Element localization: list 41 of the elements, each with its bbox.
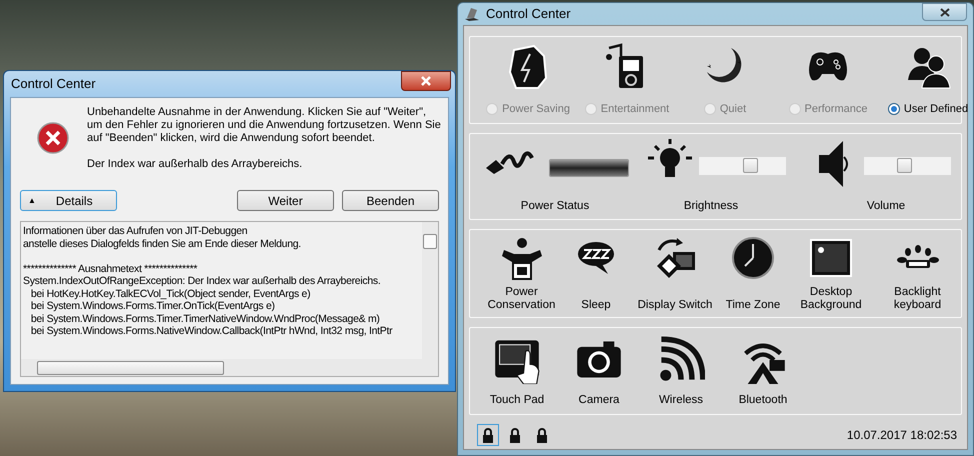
clock-icon xyxy=(731,236,775,280)
dialog-button[interactable]: Weiter xyxy=(237,190,334,211)
close-icon xyxy=(940,8,950,16)
close-icon xyxy=(421,76,431,86)
error-icon xyxy=(37,122,69,154)
slider[interactable] xyxy=(864,157,951,175)
window-title: Control Center xyxy=(11,75,96,94)
person-chip-icon xyxy=(500,236,544,280)
close-button[interactable] xyxy=(922,3,967,21)
device-button[interactable]: Camera xyxy=(564,336,634,414)
picture-icon xyxy=(809,236,853,280)
laptop-icon xyxy=(464,6,480,22)
tool-button[interactable]: Time Zone xyxy=(725,236,781,314)
details-text: Informationen über das Aufrufen von JIT-Debuggen anstelle dieses Dialogfelds finden Sie am Ende dieser Meldung. ************** Ausnahmetext ************** System.IndexOutOfRangeException: Der Index war außerhalb des Arraybereichs. bei HotKey.HotKey.TalkECVol_Tick(Object sender, EventArgs e) bei System.Windows.Forms.Timer.OnTick(EventArgs e) bei System.Windows.Forms.Timer.TimerNativeWindow.WndProc(Message& m) bei System.Windows.Forms.NativeWindow.Callback(IntPtr hWnd, Int32 msg, IntPtr xyxy=(22,224,394,339)
lock-icon xyxy=(482,428,494,442)
power-status-label: Power Status xyxy=(520,199,590,214)
device-button[interactable]: Wireless xyxy=(646,336,716,414)
tool-button[interactable]: Backlight keyboard xyxy=(881,236,954,314)
vertical-scrollbar[interactable] xyxy=(422,222,438,359)
dialog-button[interactable]: Beenden xyxy=(342,190,439,211)
close-button[interactable] xyxy=(401,71,451,91)
date-time: 10.07.2017 18:02:53 xyxy=(846,427,957,444)
volume-label: Volume xyxy=(866,199,906,214)
tool-button[interactable]: Power Conservation xyxy=(476,236,567,314)
lock-icon xyxy=(509,428,521,442)
mode-radio[interactable]: User Defined xyxy=(888,100,968,117)
window-title: Control Center xyxy=(486,5,571,24)
tool-button[interactable]: Sleep xyxy=(567,236,625,314)
brightness-label: Brightness xyxy=(682,199,740,214)
device-button[interactable]: Touch Pad xyxy=(482,336,552,414)
tool-button[interactable]: Display Switch xyxy=(625,236,725,314)
horizontal-scrollbar[interactable] xyxy=(21,359,438,376)
lock-icon xyxy=(536,428,548,442)
lock-button[interactable] xyxy=(477,424,499,446)
device-button[interactable]: Bluetooth xyxy=(728,336,798,414)
speaker-icon xyxy=(817,139,851,189)
error-message: Unbehandelte Ausnahme in der Anwendung. Klicken Sie auf "Weiter", um den Fehler zu ignorieren und die Anwendung fortzusetzen. Wenn Sie auf "Beenden" klicken, wird die Anwendung sofort beendet. xyxy=(87,106,442,145)
tool-button[interactable]: Desktop Background xyxy=(781,236,881,314)
slider[interactable] xyxy=(699,157,786,175)
details-button[interactable]: ▲ Details xyxy=(20,190,117,211)
error-detail: Der Index war außerhalb des Arraybereichs. xyxy=(87,158,304,171)
